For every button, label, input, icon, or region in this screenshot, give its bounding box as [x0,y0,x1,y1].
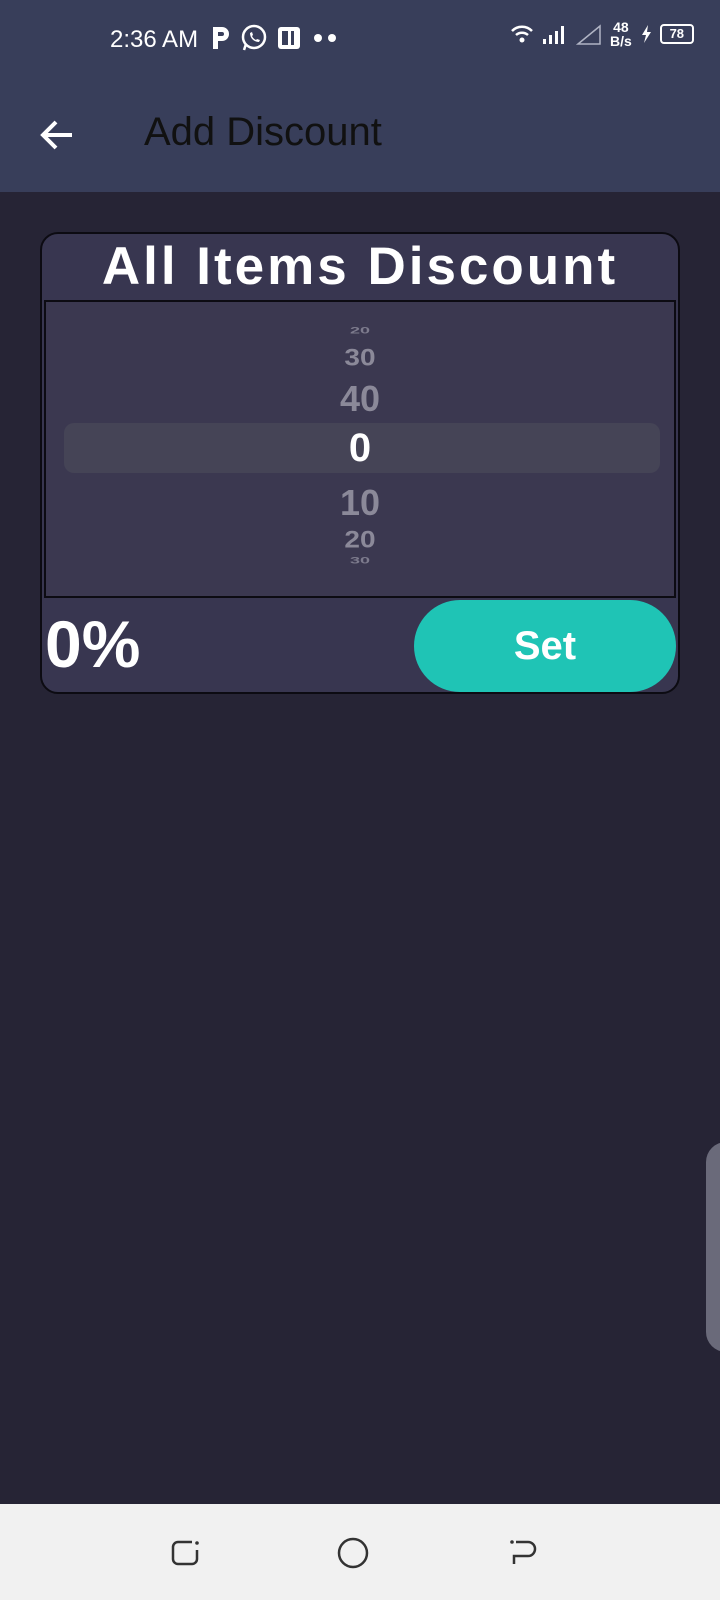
app-bar: Add Discount [0,82,720,192]
discount-value: 0% [45,607,141,681]
net-speed-value: 48 [613,19,629,35]
system-icons: 48 B/s 78 [510,20,694,48]
battery-icon: 78 [659,24,694,44]
home-icon[interactable] [334,1534,372,1572]
net-speed: 48 B/s [610,20,632,48]
discount-picker[interactable]: 20 30 40 0 10 20 30 [44,300,676,598]
edge-panel-handle[interactable] [706,1142,720,1352]
picker-item[interactable]: 30 [46,555,674,566]
recents-icon[interactable] [166,1534,204,1572]
picker-item[interactable]: 10 [46,482,674,524]
whatsapp-icon [241,24,267,51]
signal-icon [543,26,564,44]
picker-selected-item[interactable]: 0 [46,426,674,471]
notification-icons [210,24,340,52]
discount-card: All Items Discount 20 30 40 0 10 20 30 0… [40,232,680,694]
more-dots-icon [314,34,336,42]
navigation-bar [0,1504,720,1600]
status-bar: 2:36 AM 48 B/s 78 [0,0,720,82]
page-title: Add Discount [144,110,382,154]
picker-item[interactable]: 30 [46,344,674,371]
picker-item[interactable]: 20 [46,526,674,553]
picker-item[interactable]: 40 [46,378,674,420]
signal-empty-icon [576,24,601,45]
picker-item[interactable]: 20 [46,325,674,336]
card-title: All Items Discount [101,237,619,296]
wifi-icon [511,25,533,43]
back-icon[interactable] [504,1534,542,1572]
net-speed-unit: B/s [610,33,632,49]
p-app-icon [213,27,229,49]
arrow-left-icon[interactable] [34,112,80,158]
status-time: 2:36 AM [110,26,199,53]
pl-app-icon [278,27,300,49]
charging-icon [641,25,651,43]
set-button[interactable]: Set [414,600,676,692]
